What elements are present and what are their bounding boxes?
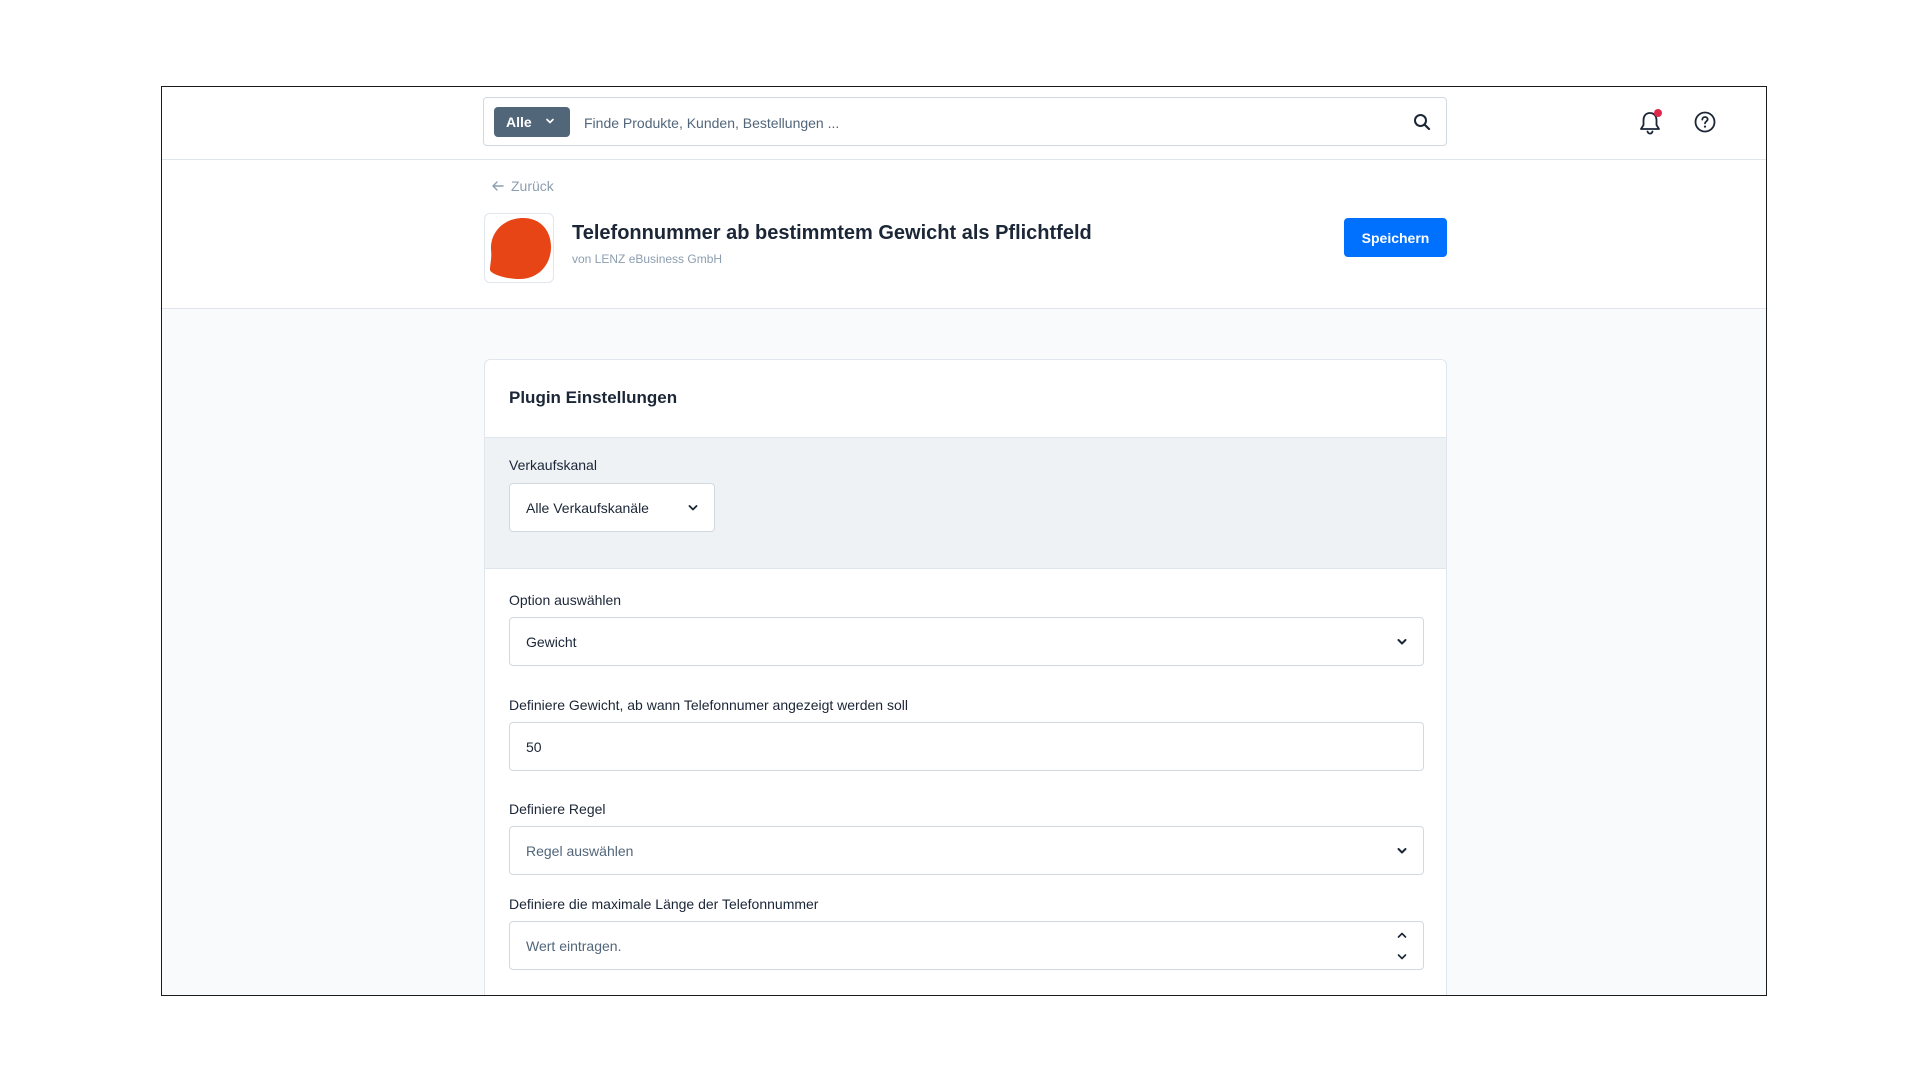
search-type-label: Alle bbox=[506, 114, 532, 130]
number-stepper bbox=[1395, 928, 1411, 964]
search-type-dropdown[interactable]: Alle bbox=[494, 107, 570, 137]
chevron-up-icon[interactable] bbox=[1395, 928, 1409, 942]
chevron-down-icon bbox=[1397, 848, 1407, 854]
search-icon[interactable] bbox=[1412, 112, 1432, 132]
rule-label: Definiere Regel bbox=[509, 801, 606, 817]
app-window: Alle Zurück bbox=[161, 86, 1767, 996]
chevron-down-icon[interactable] bbox=[1395, 950, 1409, 964]
back-link[interactable]: Zurück bbox=[491, 178, 554, 194]
weight-input[interactable]: 50 bbox=[509, 722, 1424, 771]
weight-value: 50 bbox=[526, 738, 542, 755]
search-input[interactable] bbox=[582, 107, 1386, 139]
arrow-left-icon bbox=[492, 181, 504, 191]
chevron-down-icon bbox=[546, 118, 554, 124]
max-length-label: Definiere die maximale Länge der Telefon… bbox=[509, 896, 819, 912]
option-value: Gewicht bbox=[526, 633, 577, 650]
sales-channel-select[interactable]: Alle Verkaufskanäle bbox=[509, 483, 715, 532]
notification-badge bbox=[1654, 109, 1662, 117]
plugin-logo bbox=[484, 213, 554, 283]
rule-placeholder: Regel auswählen bbox=[526, 842, 634, 859]
global-search: Alle bbox=[483, 97, 1447, 146]
sales-channel-section: Verkaufskanal Alle Verkaufskanäle bbox=[485, 437, 1446, 569]
weight-label: Definiere Gewicht, ab wann Telefonnumer … bbox=[509, 697, 908, 713]
plugin-settings-card: Plugin Einstellungen Verkaufskanal Alle … bbox=[484, 359, 1447, 995]
chevron-down-icon bbox=[688, 505, 698, 511]
speech-bubble-logo-icon bbox=[490, 218, 551, 279]
help-icon[interactable] bbox=[1692, 109, 1718, 135]
card-title: Plugin Einstellungen bbox=[509, 388, 678, 407]
page-title: Telefonnummer ab bestimmtem Gewicht als … bbox=[572, 222, 1092, 244]
plugin-vendor: von LENZ eBusiness GmbH bbox=[572, 252, 723, 266]
save-button[interactable]: Speichern bbox=[1344, 218, 1447, 257]
top-bar: Alle bbox=[162, 87, 1766, 160]
page-header: Zurück Telefonnummer ab bestimmtem Gewic… bbox=[162, 160, 1766, 309]
sales-channel-label: Verkaufskanal bbox=[509, 457, 597, 473]
sales-channel-value: Alle Verkaufskanäle bbox=[526, 499, 649, 516]
option-select[interactable]: Gewicht bbox=[509, 617, 1424, 666]
max-length-placeholder: Wert eintragen. bbox=[526, 937, 622, 954]
back-link-label: Zurück bbox=[511, 178, 554, 194]
rule-select[interactable]: Regel auswählen bbox=[509, 826, 1424, 875]
option-label: Option auswählen bbox=[509, 592, 622, 608]
chevron-down-icon bbox=[1397, 639, 1407, 645]
max-length-input[interactable]: Wert eintragen. bbox=[509, 921, 1424, 970]
